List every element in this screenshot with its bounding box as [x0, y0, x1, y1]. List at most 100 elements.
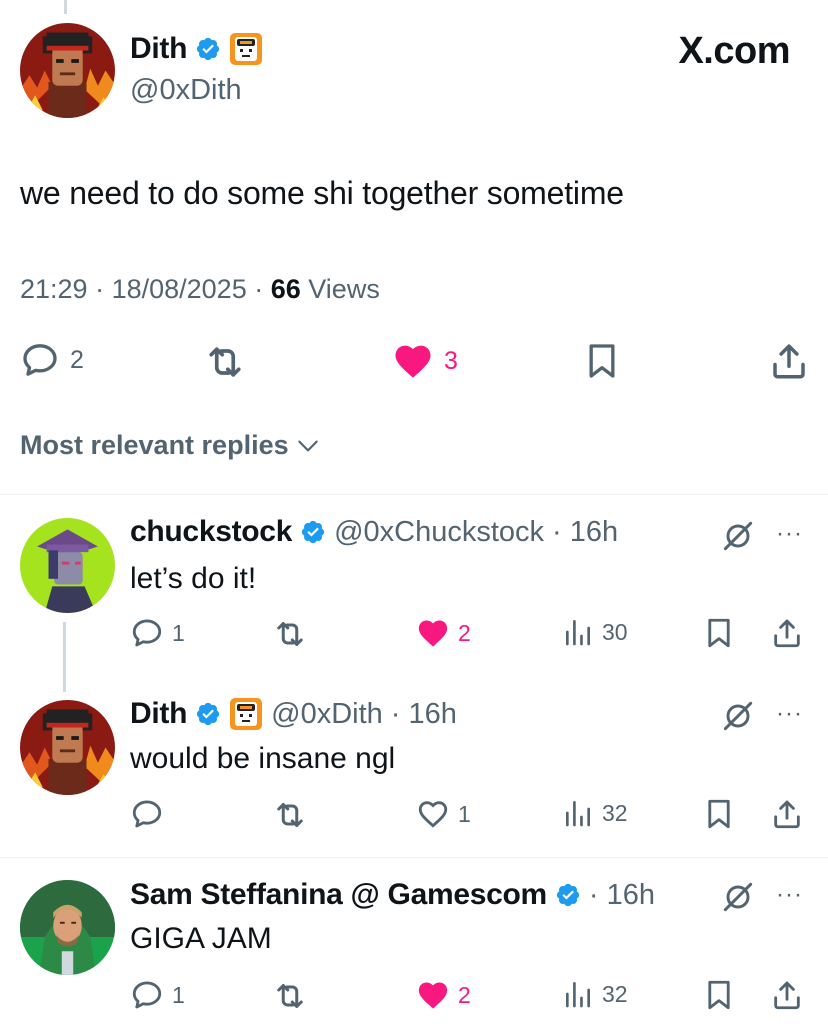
giga-affiliate-badge-icon[interactable] [229, 32, 263, 66]
share-button[interactable] [770, 978, 804, 1012]
reply-button[interactable]: 1 [130, 978, 185, 1012]
author-handle[interactable]: @0xDith [130, 74, 242, 107]
bookmark-button[interactable] [582, 340, 622, 382]
like-button[interactable]: 2 [416, 616, 471, 650]
repost-icon [272, 616, 308, 652]
author-name[interactable]: Dith [130, 32, 187, 66]
bookmark-icon [702, 978, 736, 1012]
grok-icon[interactable] [722, 881, 754, 913]
verified-badge-icon[interactable] [300, 519, 326, 545]
grok-icon[interactable] [722, 520, 754, 552]
replies-sort-dropdown[interactable]: Most relevant replies [20, 430, 321, 461]
more-dots-icon[interactable]: ··· [776, 520, 803, 548]
heart-icon [416, 978, 450, 1012]
reply-avatar[interactable] [20, 880, 115, 975]
x-brand-watermark: X.com [678, 30, 790, 72]
reply-action-bar: 1 32 [130, 797, 810, 831]
reply-count: 1 [172, 619, 185, 646]
share-icon [770, 616, 804, 650]
like-button[interactable]: 3 [392, 340, 458, 382]
reply-bubble-icon [20, 340, 60, 380]
views-button[interactable]: 32 [562, 978, 628, 1010]
heart-icon [416, 616, 450, 650]
more-dots-icon[interactable]: ··· [776, 881, 803, 909]
share-icon [770, 978, 804, 1012]
thread-connector-top [64, 0, 67, 14]
reply-author-name[interactable]: Dith [130, 697, 187, 731]
views-button[interactable]: 32 [562, 797, 628, 829]
views-label: Views [308, 274, 380, 304]
meta-separator: · [390, 697, 401, 730]
bookmark-button[interactable] [702, 797, 736, 831]
meta-separator: · [588, 878, 599, 911]
reply-bubble-icon [130, 797, 164, 831]
repost-button[interactable] [272, 616, 308, 652]
sort-label: Most relevant replies [20, 430, 289, 460]
reply-time[interactable]: 16h [570, 516, 618, 549]
verified-badge-icon[interactable] [195, 36, 221, 62]
thread-connector [63, 622, 66, 692]
like-button[interactable]: 1 [416, 797, 471, 831]
share-button[interactable] [770, 797, 804, 831]
view-count: 30 [602, 618, 628, 645]
share-button[interactable] [768, 340, 810, 382]
reply-author-handle[interactable]: @0xChuckstock [334, 516, 544, 549]
views-button[interactable]: 30 [562, 616, 628, 648]
reply-action-bar: 1 2 30 [130, 616, 810, 650]
reply-count: 1 [172, 981, 185, 1008]
reply-button[interactable]: 2 [20, 340, 84, 380]
reply-text: GIGA JAM [130, 922, 272, 955]
bookmark-icon [702, 616, 736, 650]
reply-text: would be insane ngl [130, 742, 396, 775]
repost-icon [203, 340, 247, 384]
giga-affiliate-badge-icon[interactable] [229, 697, 263, 731]
bookmark-icon [702, 797, 736, 831]
view-count: 32 [602, 980, 628, 1007]
reply-header: chuckstock @0xChuckstock · 16h [130, 515, 618, 549]
more-dots-icon[interactable]: ··· [776, 700, 803, 728]
repost-button[interactable] [203, 340, 247, 384]
bookmark-button[interactable] [702, 978, 736, 1012]
author-name-row: Dith [130, 32, 263, 66]
reply-count: 2 [70, 345, 84, 374]
reply-bubble-icon [130, 978, 164, 1012]
reply-text: let’s do it! [130, 562, 257, 595]
meta-separator: · [552, 515, 562, 548]
reply-avatar[interactable] [20, 700, 115, 795]
divider [0, 857, 828, 858]
like-count: 2 [458, 981, 471, 1008]
reply-button[interactable] [130, 797, 172, 831]
meta-separator: · [87, 274, 112, 304]
views-count: 66 [270, 274, 301, 304]
views-chart-icon [562, 978, 594, 1010]
chevron-down-icon [295, 433, 321, 459]
views-chart-icon [562, 797, 594, 829]
verified-badge-icon[interactable] [555, 882, 581, 908]
reply-button[interactable]: 1 [130, 616, 185, 650]
reply-author-name[interactable]: chuckstock [130, 515, 292, 549]
share-button[interactable] [770, 616, 804, 650]
like-count: 1 [458, 800, 471, 827]
reply-time[interactable]: 16h [408, 698, 456, 731]
reply-author-handle[interactable]: @0xDith [271, 698, 383, 731]
post-metadata: 21:29 · 18/08/2025 · 66 Views [20, 274, 380, 305]
post-date[interactable]: 18/08/2025 [112, 274, 247, 305]
reply-time[interactable]: 16h [607, 879, 655, 912]
like-button[interactable]: 2 [416, 978, 471, 1012]
share-icon [770, 797, 804, 831]
reply-author-name[interactable]: Sam Steffanina @ Gamescom [130, 878, 547, 912]
repost-button[interactable] [272, 797, 308, 833]
author-avatar[interactable] [20, 23, 115, 118]
heart-icon [392, 340, 434, 382]
verified-badge-icon[interactable] [195, 701, 221, 727]
like-count: 2 [458, 619, 471, 646]
post-time[interactable]: 21:29 [20, 274, 88, 305]
bookmark-button[interactable] [702, 616, 736, 650]
reply-avatar[interactable] [20, 518, 115, 613]
divider [0, 494, 828, 495]
reply-bubble-icon [130, 616, 164, 650]
meta-separator: · [246, 274, 271, 304]
repost-button[interactable] [272, 978, 308, 1014]
grok-icon[interactable] [722, 700, 754, 732]
repost-icon [272, 978, 308, 1014]
